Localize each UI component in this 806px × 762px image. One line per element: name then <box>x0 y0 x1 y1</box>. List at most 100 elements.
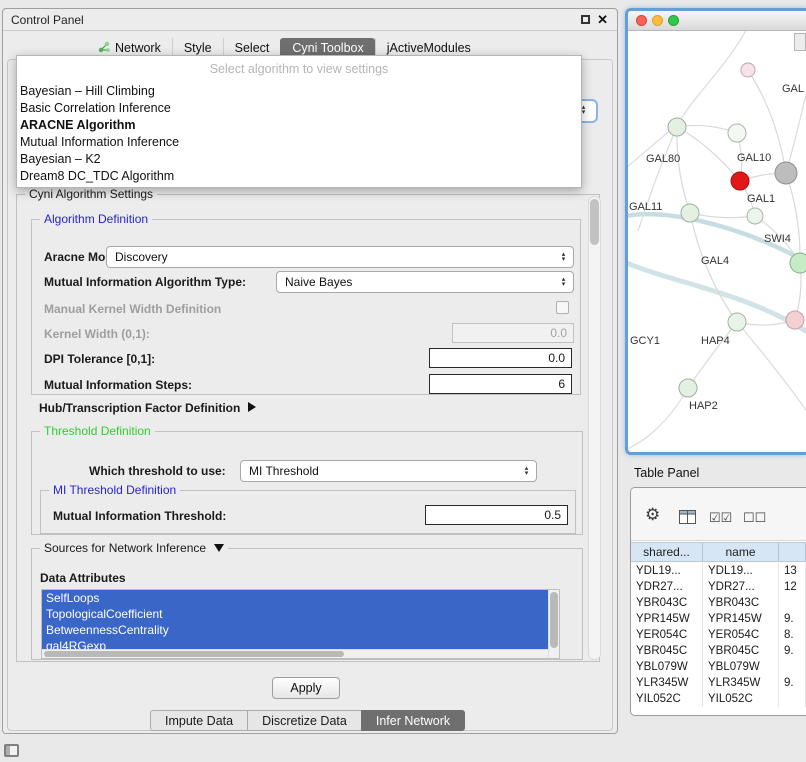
manual-kernel-checkbox[interactable] <box>556 301 569 314</box>
collapse-arrow-icon <box>214 544 224 552</box>
network-node[interactable] <box>747 208 763 224</box>
mi-threshold-field[interactable]: 0.5 <box>425 505 568 525</box>
table-cell: YDL19... <box>703 563 779 579</box>
table-cell: 12 <box>779 579 806 595</box>
table-row[interactable]: YDL19...YDL19...13 <box>631 563 806 579</box>
kernel-width-label: Kernel Width (0,1): <box>44 327 150 341</box>
table-row[interactable]: YPR145WYPR145W9. <box>631 611 806 627</box>
attribute-item-betweennesscentrality[interactable]: BetweennessCentrality <box>42 622 548 638</box>
scrollbar-thumb[interactable] <box>590 199 599 245</box>
close-panel-icon[interactable]: ✕ <box>597 12 608 28</box>
dpi-tolerance-field[interactable]: 0.0 <box>429 348 572 368</box>
table-row[interactable]: YBR043CYBR043C <box>631 595 806 611</box>
network-node[interactable] <box>679 379 697 397</box>
settings-scrollbar[interactable] <box>588 196 601 660</box>
algorithm-definition-group: Algorithm Definition Aracne Mode: Discov… <box>31 219 581 395</box>
algorithm-option-aracne-algorithm[interactable]: ARACNE Algorithm <box>17 117 581 134</box>
mi-type-label: Mutual Information Algorithm Type: <box>44 275 246 289</box>
tab-label: Select <box>235 41 270 55</box>
table-cell: 13 <box>779 563 806 579</box>
network-edge-bundle <box>677 31 748 127</box>
network-edge-bundle <box>737 322 806 413</box>
network-node[interactable] <box>786 311 804 329</box>
cyni-algorithm-settings-group: Cyni Algorithm Settings Algorithm Defini… <box>16 194 600 662</box>
mi-steps-field[interactable]: 6 <box>429 374 572 394</box>
table-cell: YBR045C <box>631 643 703 659</box>
table-row[interactable]: YBR045CYBR045C9. <box>631 643 806 659</box>
attribute-item-topologicalcoefficient[interactable]: TopologicalCoefficient <box>42 606 548 622</box>
table-cell: YPR145W <box>631 611 703 627</box>
column-header-1[interactable]: shared... <box>631 543 703 561</box>
network-node[interactable] <box>741 63 755 77</box>
table-cell: YER054C <box>703 627 779 643</box>
which-threshold-label: Which threshold to use: <box>89 464 226 478</box>
network-node[interactable] <box>790 253 806 273</box>
algorithm-option-bayesian-hill-climbing[interactable]: Bayesian – Hill Climbing <box>17 83 581 100</box>
network-edge[interactable] <box>786 173 800 263</box>
restore-panel-icon[interactable] <box>4 744 19 757</box>
settings-gear-icon[interactable]: ⚙ <box>645 505 660 525</box>
table-row[interactable]: YER054CYER054C8. <box>631 627 806 643</box>
algorithm-option-mutual-information-inference[interactable]: Mutual Information Inference <box>17 134 581 151</box>
mi-type-select[interactable]: Naive Bayes ▴▾ <box>276 271 574 293</box>
zoom-window-icon[interactable] <box>668 15 679 26</box>
table-row[interactable]: YBL079WYBL079W <box>631 659 806 675</box>
threshold-definition-group: Threshold Definition Which threshold to … <box>31 431 583 535</box>
network-edge[interactable] <box>688 322 737 388</box>
list-vertical-scrollbar[interactable] <box>548 590 559 658</box>
scrollbar-thumb[interactable] <box>550 592 558 648</box>
table-cell: YBL079W <box>703 659 779 675</box>
table-cell: YBR045C <box>703 643 779 659</box>
table-row[interactable]: YLR345WYLR345W9. <box>631 675 806 691</box>
node-label: GAL <box>782 83 804 95</box>
mi-threshold-definition-title: MI Threshold Definition <box>49 483 180 497</box>
network-node[interactable] <box>728 124 746 142</box>
hub-section-toggle[interactable]: Hub/Transcription Factor Definition <box>39 401 256 415</box>
deselect-all-icon[interactable]: ☐☐ <box>743 510 766 526</box>
select-all-icon[interactable]: ☑☑ <box>709 510 732 526</box>
table-row[interactable]: YDR27...YDR27...12 <box>631 579 806 595</box>
table-cell <box>779 595 806 611</box>
table-row[interactable]: YIL052CYIL052C <box>631 691 806 707</box>
kernel-width-field[interactable]: 0.0 <box>452 323 574 343</box>
tab-infer-network[interactable]: Infer Network <box>361 710 465 731</box>
network-node[interactable] <box>775 162 797 184</box>
control-panel-titlebar: Control Panel ✕ <box>3 9 617 31</box>
network-node[interactable] <box>728 313 746 331</box>
column-header-3[interactable] <box>779 543 806 561</box>
close-window-icon[interactable] <box>636 15 647 26</box>
algorithm-option-dream8-dc-tdc-algorithm[interactable]: Dream8 DC_TDC Algorithm <box>17 168 581 185</box>
apply-button[interactable]: Apply <box>272 677 340 699</box>
table-cell <box>779 659 806 675</box>
attribute-item-selfloops[interactable]: SelfLoops <box>42 590 548 606</box>
data-attributes-list[interactable]: SelfLoopsTopologicalCoefficientBetweenne… <box>41 589 560 659</box>
network-edge[interactable] <box>690 213 755 218</box>
network-node[interactable] <box>731 172 749 190</box>
expand-arrow-icon <box>248 402 256 412</box>
tab-impute-data[interactable]: Impute Data <box>150 710 248 731</box>
minimize-window-icon[interactable] <box>652 15 663 26</box>
stepper-arrows-icon: ▴▾ <box>557 252 573 262</box>
column-header-2[interactable]: name <box>703 543 779 561</box>
table-cell: 9. <box>779 611 806 627</box>
network-edge-bundle <box>628 388 688 451</box>
network-canvas[interactable]: GAL80GAL10GALGAL11GAL1SWI4GAL4GCY1HAP4HA… <box>628 31 806 455</box>
which-threshold-select[interactable]: MI Threshold ▴▾ <box>240 460 537 482</box>
column-selector-icon[interactable] <box>679 510 696 527</box>
tab-discretize-data[interactable]: Discretize Data <box>247 710 362 731</box>
algorithm-option-basic-correlation-inference[interactable]: Basic Correlation Inference <box>17 100 581 117</box>
aracne-mode-select[interactable]: Discovery ▴▾ <box>106 246 574 268</box>
stepper-arrows-icon: ▴▾ <box>520 466 536 476</box>
float-window-icon[interactable] <box>581 15 590 24</box>
scrollbar-thumb[interactable] <box>44 651 344 657</box>
network-edge[interactable] <box>677 127 690 213</box>
settings-group-title: Cyni Algorithm Settings <box>25 187 157 201</box>
algorithm-option-bayesian-k2[interactable]: Bayesian – K2 <box>17 151 581 168</box>
network-node[interactable] <box>681 204 699 222</box>
network-node[interactable] <box>668 118 686 136</box>
table-cell: YPR145W <box>703 611 779 627</box>
algorithm-dropdown-list: Bayesian – Hill ClimbingBasic Correlatio… <box>17 83 581 185</box>
list-horizontal-scrollbar[interactable] <box>42 649 548 658</box>
node-label: GCY1 <box>630 335 660 347</box>
sources-section-toggle[interactable]: Sources for Network Inference <box>40 541 228 555</box>
